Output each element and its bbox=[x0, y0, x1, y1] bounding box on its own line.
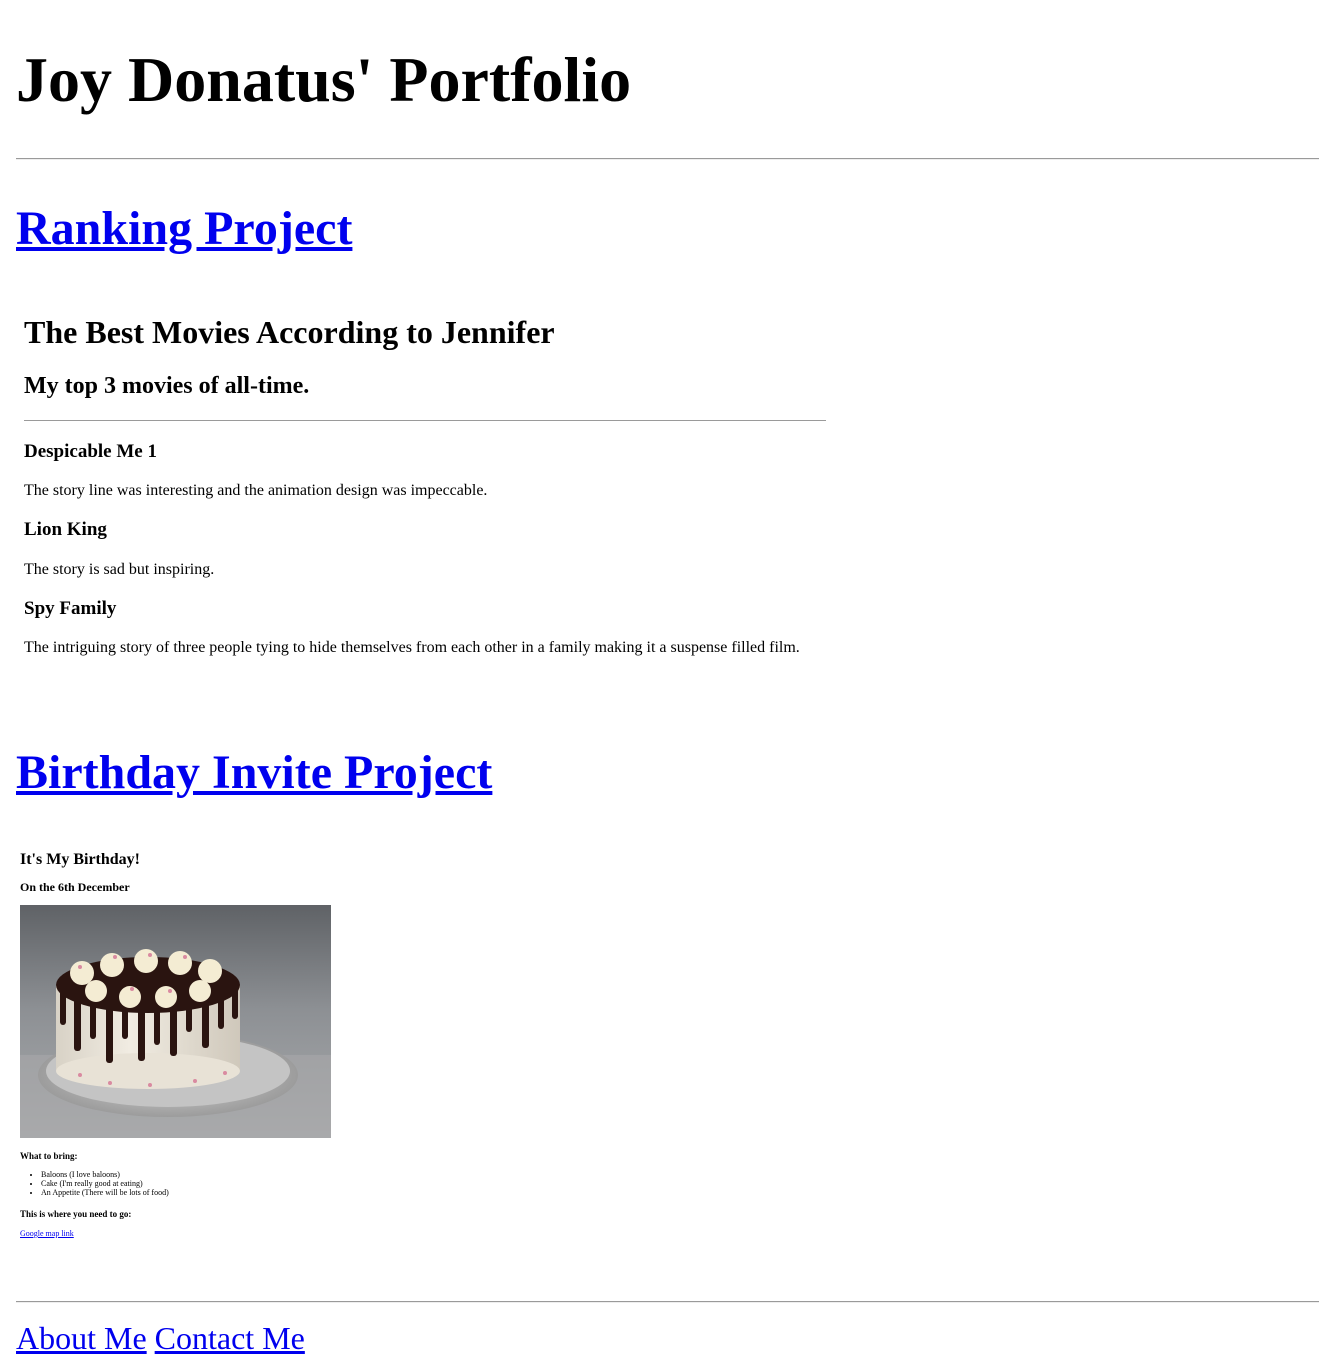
page-title: Joy Donatus' Portfolio bbox=[16, 44, 632, 115]
header-divider bbox=[16, 158, 1319, 160]
list-item: Cake (I'm really good at eating) bbox=[41, 1179, 169, 1188]
cake-image bbox=[20, 905, 331, 1138]
footer-nav: About Me Contact Me bbox=[16, 1318, 305, 1358]
bring-heading: What to bring: bbox=[20, 1151, 78, 1161]
map-link-container: Google map link bbox=[20, 1229, 74, 1239]
about-me-link[interactable]: About Me bbox=[16, 1320, 147, 1356]
where-heading: This is where you need to go: bbox=[20, 1209, 132, 1219]
bring-list: Baloons (I love baloons) Cake (I'm reall… bbox=[20, 1170, 169, 1197]
cake-photo-icon bbox=[20, 905, 331, 1138]
movie-name: Lion King bbox=[24, 519, 107, 540]
google-map-link[interactable]: Google map link bbox=[20, 1229, 74, 1238]
ranking-divider bbox=[24, 420, 826, 421]
birthday-title: It's My Birthday! bbox=[20, 851, 140, 868]
ranking-title: The Best Movies According to Jennifer bbox=[24, 314, 555, 350]
birthday-date: On the 6th December bbox=[20, 880, 130, 894]
ranking-project-frame: The Best Movies According to Jennifer My… bbox=[24, 300, 826, 680]
birthday-project-link[interactable]: Birthday Invite Project bbox=[16, 746, 492, 799]
birthday-project-heading: Birthday Invite Project bbox=[16, 745, 492, 801]
list-item: An Appetite (There will be lots of food) bbox=[41, 1188, 169, 1197]
list-item: Baloons (I love baloons) bbox=[41, 1170, 169, 1179]
ranking-project-heading: Ranking Project bbox=[16, 201, 352, 257]
birthday-invite-frame: It's My Birthday! On the 6th December Wh… bbox=[20, 848, 420, 1248]
movie-description: The story is sad but inspiring. bbox=[24, 561, 215, 578]
contact-me-link[interactable]: Contact Me bbox=[155, 1320, 305, 1356]
movie-name: Spy Family bbox=[24, 598, 117, 619]
movie-name: Despicable Me 1 bbox=[24, 441, 157, 462]
movie-description: The story line was interesting and the a… bbox=[24, 482, 488, 499]
ranking-subtitle: My top 3 movies of all-time. bbox=[24, 373, 310, 399]
movie-description: The intriguing story of three people tyi… bbox=[24, 639, 800, 656]
footer-divider bbox=[16, 1301, 1319, 1303]
ranking-project-link[interactable]: Ranking Project bbox=[16, 202, 352, 255]
